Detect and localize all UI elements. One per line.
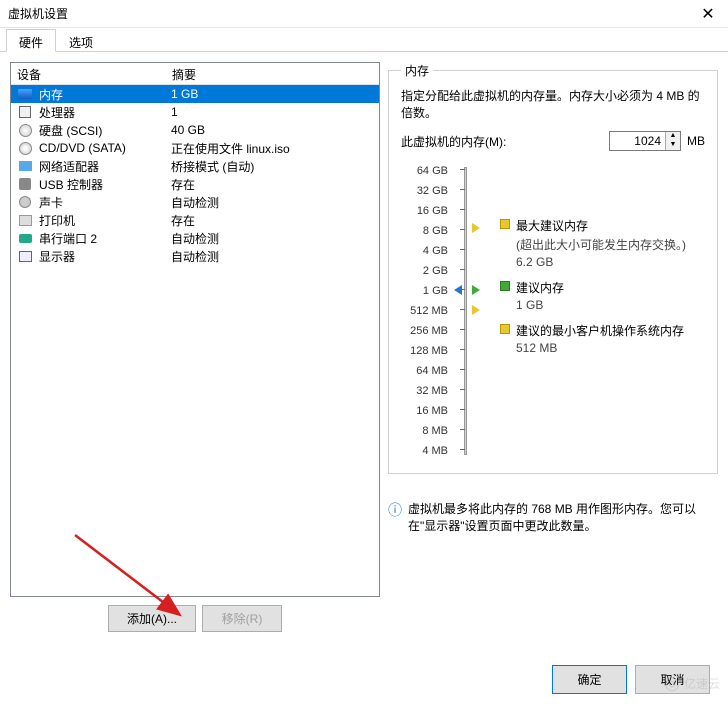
cpu-icon xyxy=(17,104,33,120)
memory-input[interactable] xyxy=(610,132,665,150)
info-icon: ⓘ xyxy=(388,500,402,534)
device-name: 网络适配器 xyxy=(37,158,167,175)
net-icon xyxy=(17,158,33,174)
device-row-usb[interactable]: USB 控制器存在 xyxy=(11,175,379,193)
memory-spinner[interactable]: ▲ ▼ xyxy=(609,131,681,151)
memory-tick-labels: 64 GB32 GB16 GB8 GB4 GB2 GB1 GB512 MB256… xyxy=(401,161,456,461)
memory-unit: MB xyxy=(687,134,705,148)
device-row-cpu[interactable]: 处理器1 xyxy=(11,103,379,121)
legend-min-value: 512 MB xyxy=(516,341,705,355)
serial-icon xyxy=(17,230,33,246)
min-marker-icon xyxy=(472,305,480,315)
device-row-cd[interactable]: CD/DVD (SATA)正在使用文件 linux.iso xyxy=(11,139,379,157)
device-name: 声卡 xyxy=(37,194,167,211)
device-name: USB 控制器 xyxy=(37,176,167,193)
device-row-net[interactable]: 网络适配器桥接模式 (自动) xyxy=(11,157,379,175)
device-row-monitor[interactable]: 显示器自动检测 xyxy=(11,247,379,265)
device-summary: 正在使用文件 linux.iso xyxy=(167,140,379,157)
remove-button[interactable]: 移除(R) xyxy=(202,605,282,632)
max-marker-icon xyxy=(472,223,480,233)
tab-options[interactable]: 选项 xyxy=(56,29,106,52)
legend-max-value: 6.2 GB xyxy=(516,255,705,269)
device-name: 串行端口 2 xyxy=(37,230,167,247)
current-marker-icon xyxy=(454,285,462,295)
legend-rec-value: 1 GB xyxy=(516,298,705,312)
memory-description: 指定分配给此虚拟机的内存量。内存大小必须为 4 MB 的倍数。 xyxy=(401,87,705,121)
rec-marker-icon xyxy=(472,285,480,295)
spinner-up[interactable]: ▲ xyxy=(666,132,680,141)
device-name: 显示器 xyxy=(37,248,167,265)
memory-slider[interactable] xyxy=(456,161,496,461)
device-summary: 自动检测 xyxy=(167,194,379,211)
column-summary[interactable]: 摘要 xyxy=(166,63,379,84)
monitor-icon xyxy=(17,248,33,264)
memory-icon xyxy=(17,86,33,102)
disk-icon xyxy=(17,122,33,138)
column-device[interactable]: 设备 xyxy=(11,63,166,84)
watermark: ◎亿速云 xyxy=(664,673,720,694)
device-name: CD/DVD (SATA) xyxy=(37,141,167,155)
legend-min-title: 建议的最小客户机操作系统内存 xyxy=(516,322,705,339)
device-summary: 1 xyxy=(167,105,379,119)
usb-icon xyxy=(17,176,33,192)
memory-group-title: 内存 xyxy=(401,62,433,79)
add-button[interactable]: 添加(A)... xyxy=(108,605,196,632)
device-list: 设备 摘要 内存1 GB处理器1硬盘 (SCSI)40 GBCD/DVD (SA… xyxy=(10,62,380,597)
memory-label: 此虚拟机的内存(M): xyxy=(401,133,603,150)
device-summary: 自动检测 xyxy=(167,248,379,265)
device-summary: 40 GB xyxy=(167,123,379,137)
device-row-memory[interactable]: 内存1 GB xyxy=(11,85,379,103)
device-row-disk[interactable]: 硬盘 (SCSI)40 GB xyxy=(11,121,379,139)
spinner-down[interactable]: ▼ xyxy=(666,141,680,150)
device-summary: 存在 xyxy=(167,176,379,193)
legend-max-icon xyxy=(500,219,510,229)
device-name: 处理器 xyxy=(37,104,167,121)
device-name: 打印机 xyxy=(37,212,167,229)
device-name: 内存 xyxy=(37,86,167,103)
memory-info-text: 虚拟机最多将此内存的 768 MB 用作图形内存。您可以在"显示器"设置页面中更… xyxy=(408,500,718,534)
close-button[interactable]: ✕ xyxy=(688,0,728,28)
ok-button[interactable]: 确定 xyxy=(552,665,627,694)
device-row-serial[interactable]: 串行端口 2自动检测 xyxy=(11,229,379,247)
legend-max-note: (超出此大小可能发生内存交换。) xyxy=(516,236,705,253)
device-row-sound[interactable]: 声卡自动检测 xyxy=(11,193,379,211)
legend-rec-title: 建议内存 xyxy=(516,279,705,296)
sound-icon xyxy=(17,194,33,210)
printer-icon xyxy=(17,212,33,228)
legend-min-icon xyxy=(500,324,510,334)
device-name: 硬盘 (SCSI) xyxy=(37,122,167,139)
cd-icon xyxy=(17,140,33,156)
device-summary: 存在 xyxy=(167,212,379,229)
tab-hardware[interactable]: 硬件 xyxy=(6,29,56,52)
device-row-printer[interactable]: 打印机存在 xyxy=(11,211,379,229)
window-title: 虚拟机设置 xyxy=(8,5,688,22)
device-summary: 桥接模式 (自动) xyxy=(167,158,379,175)
legend-rec-icon xyxy=(500,281,510,291)
device-summary: 自动检测 xyxy=(167,230,379,247)
device-summary: 1 GB xyxy=(167,87,379,101)
legend-max-title: 最大建议内存 xyxy=(516,217,705,234)
memory-fieldset: 内存 指定分配给此虚拟机的内存量。内存大小必须为 4 MB 的倍数。 此虚拟机的… xyxy=(388,62,718,474)
settings-tabs: 硬件 选项 xyxy=(0,28,728,52)
